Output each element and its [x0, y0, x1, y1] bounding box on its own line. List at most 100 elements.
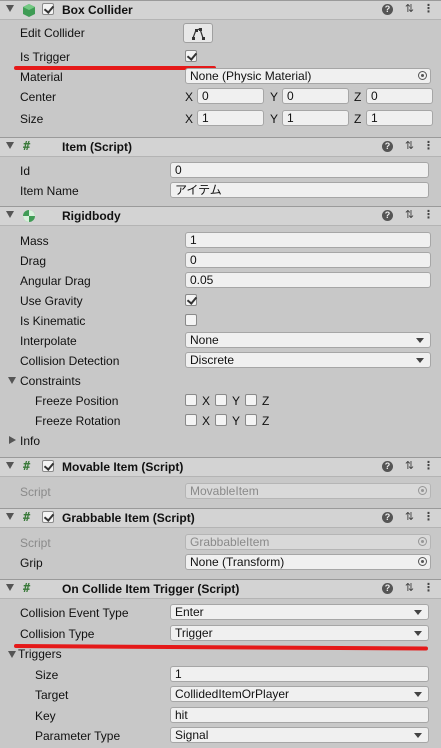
- preset-icon[interactable]: ⇅: [403, 582, 416, 595]
- edit-collider-label: Edit Collider: [20, 26, 85, 40]
- preset-icon[interactable]: ⇅: [403, 511, 416, 524]
- script-icon: #: [23, 581, 31, 595]
- foldout-arrow-icon[interactable]: [6, 584, 14, 591]
- freeze-position-x-checkbox[interactable]: [185, 394, 197, 406]
- collision-event-type-label: Collision Event Type: [20, 606, 129, 620]
- more-options-icon[interactable]: ⋮: [422, 511, 435, 524]
- angular-drag-field[interactable]: 0.05: [185, 272, 431, 288]
- center-z-field[interactable]: 0: [366, 88, 433, 104]
- key-field[interactable]: hit: [170, 707, 429, 723]
- help-icon[interactable]: ?: [382, 512, 393, 523]
- freeze-rotation-x-checkbox[interactable]: [185, 414, 197, 426]
- use-gravity-checkbox[interactable]: [185, 294, 198, 306]
- mass-field[interactable]: 1: [185, 232, 431, 248]
- object-picker-icon: [418, 486, 427, 495]
- enable-checkbox[interactable]: [42, 3, 55, 15]
- foldout-arrow-icon[interactable]: [6, 142, 14, 149]
- info-foldout-icon[interactable]: [9, 436, 16, 444]
- drag-field[interactable]: 0: [185, 252, 431, 268]
- angular-drag-label: Angular Drag: [20, 274, 91, 288]
- help-icon[interactable]: ?: [382, 461, 393, 472]
- freeze-rotation-z-checkbox[interactable]: [245, 414, 257, 426]
- help-icon[interactable]: ?: [382, 141, 393, 152]
- center-z-label: Z: [354, 90, 362, 104]
- preset-icon[interactable]: ⇅: [403, 140, 416, 153]
- info-label[interactable]: Info: [20, 434, 40, 448]
- more-options-icon[interactable]: ⋮: [422, 582, 435, 595]
- key-label: Key: [35, 709, 56, 723]
- constraints-label[interactable]: Constraints: [20, 374, 81, 388]
- center-label: Center: [20, 90, 57, 104]
- constraints-foldout-icon[interactable]: [8, 377, 16, 384]
- object-picker-icon[interactable]: [418, 71, 427, 80]
- is-trigger-checkbox[interactable]: [185, 50, 198, 62]
- triggers-size-field[interactable]: 1: [170, 666, 429, 682]
- enable-checkbox[interactable]: [42, 511, 55, 523]
- interpolate-dropdown[interactable]: None: [185, 332, 431, 348]
- object-picker-icon: [418, 537, 427, 546]
- center-x-field[interactable]: 0: [197, 88, 264, 104]
- freeze-rotation-y-checkbox[interactable]: [215, 414, 227, 426]
- collision-event-type-dropdown[interactable]: Enter: [170, 604, 429, 620]
- collision-type-dropdown[interactable]: Trigger: [170, 625, 429, 641]
- on-collide-header[interactable]: # On Collide Item Trigger (Script) ? ⇅ ⋮: [0, 579, 441, 599]
- more-options-icon[interactable]: ⋮: [422, 140, 435, 153]
- more-options-icon[interactable]: ⋮: [422, 3, 435, 16]
- target-dropdown[interactable]: CollidedItemOrPlayer: [170, 686, 429, 702]
- foldout-arrow-icon[interactable]: [6, 211, 14, 218]
- object-picker-icon[interactable]: [418, 557, 427, 566]
- mass-label: Mass: [20, 234, 49, 248]
- center-y-field[interactable]: 0: [282, 88, 349, 104]
- is-kinematic-label: Is Kinematic: [20, 314, 86, 328]
- size-y-field[interactable]: 1: [282, 110, 349, 126]
- freeze-position-z-checkbox[interactable]: [245, 394, 257, 406]
- freeze-position-y-checkbox[interactable]: [215, 394, 227, 406]
- foldout-arrow-icon[interactable]: [6, 462, 14, 469]
- triggers-label[interactable]: Triggers: [18, 647, 62, 661]
- collision-type-label: Collision Type: [20, 627, 95, 641]
- more-options-icon[interactable]: ⋮: [422, 460, 435, 473]
- id-field[interactable]: 0: [170, 162, 429, 178]
- script-label: Script: [20, 536, 51, 550]
- grip-field[interactable]: None (Transform): [185, 554, 431, 570]
- component-title: Movable Item (Script): [62, 460, 184, 474]
- triggers-foldout-icon[interactable]: [8, 651, 16, 658]
- component-title: On Collide Item Trigger (Script): [62, 582, 240, 596]
- item-script-header[interactable]: # Item (Script) ? ⇅ ⋮: [0, 137, 441, 157]
- foldout-arrow-icon[interactable]: [6, 513, 14, 520]
- script-label: Script: [20, 485, 51, 499]
- size-x-field[interactable]: 1: [197, 110, 264, 126]
- script-icon: #: [23, 139, 31, 153]
- foldout-arrow-icon[interactable]: [6, 5, 14, 12]
- movable-item-header[interactable]: # Movable Item (Script) ? ⇅ ⋮: [0, 457, 441, 477]
- item-name-label: Item Name: [20, 184, 79, 198]
- preset-icon[interactable]: ⇅: [403, 460, 416, 473]
- freeze-rotation-label: Freeze Rotation: [35, 414, 121, 428]
- is-trigger-label: Is Trigger: [20, 50, 71, 64]
- item-name-field[interactable]: アイテム: [170, 182, 429, 198]
- size-z-field[interactable]: 1: [366, 110, 433, 126]
- enable-checkbox[interactable]: [42, 460, 55, 472]
- edit-collider-button[interactable]: [183, 23, 213, 43]
- help-icon[interactable]: ?: [382, 210, 393, 221]
- freeze-position-x-label: X: [202, 394, 211, 408]
- preset-icon[interactable]: ⇅: [403, 3, 416, 16]
- script-value: MovableItem: [190, 484, 259, 498]
- triggers-size-label: Size: [35, 668, 59, 682]
- more-options-icon[interactable]: ⋮: [422, 209, 435, 222]
- is-kinematic-checkbox[interactable]: [185, 314, 197, 326]
- material-field[interactable]: None (Physic Material): [185, 68, 431, 84]
- freeze-position-label: Freeze Position: [35, 394, 119, 408]
- script-icon: #: [23, 459, 31, 473]
- grip-label: Grip: [20, 556, 43, 570]
- help-icon[interactable]: ?: [382, 4, 393, 15]
- help-icon[interactable]: ?: [382, 583, 393, 594]
- rigidbody-header[interactable]: Rigidbody ? ⇅ ⋮: [0, 206, 441, 226]
- box-collider-header[interactable]: Box Collider ? ⇅ ⋮: [0, 0, 441, 20]
- size-label: Size: [20, 112, 44, 126]
- collision-detection-dropdown[interactable]: Discrete: [185, 352, 431, 368]
- preset-icon[interactable]: ⇅: [403, 209, 416, 222]
- grabbable-item-header[interactable]: # Grabbable Item (Script) ? ⇅ ⋮: [0, 508, 441, 528]
- parameter-type-dropdown[interactable]: Signal: [170, 727, 429, 743]
- freeze-position-z-label: Z: [262, 394, 270, 408]
